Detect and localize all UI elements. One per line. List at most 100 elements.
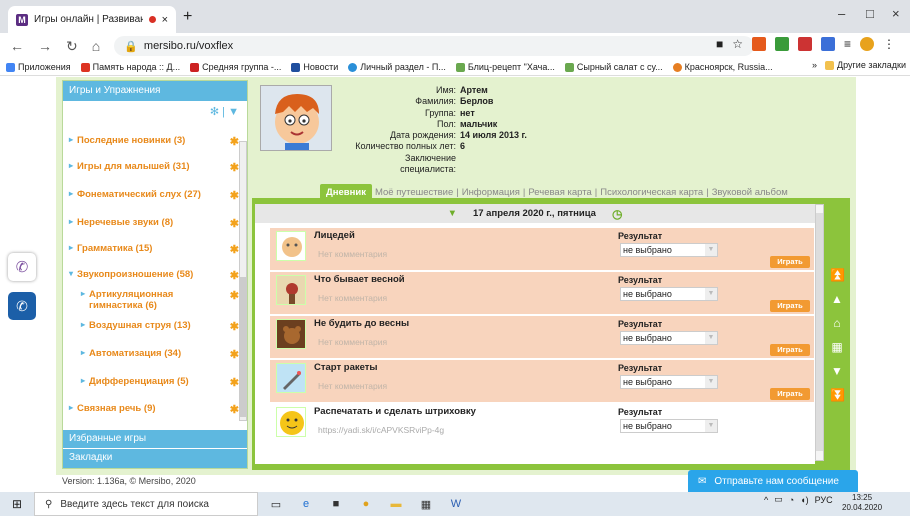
task-view-icon[interactable]: ▭	[264, 492, 288, 516]
tab-psych-card[interactable]: Психологическая карта	[600, 187, 703, 198]
play-button[interactable]: Играть	[770, 344, 810, 356]
bookmark[interactable]: Личный раздел - П...	[348, 62, 446, 72]
game-comment[interactable]: Нет комментария	[318, 293, 387, 303]
game-thumbnail[interactable]	[276, 407, 306, 437]
star-icon[interactable]: ✱	[230, 289, 239, 302]
game-comment[interactable]: Нет комментария	[318, 337, 387, 347]
game-name[interactable]: Что бывает весной	[314, 274, 405, 285]
game-name[interactable]: Старт ракеты	[314, 362, 378, 373]
scroll-top-icon[interactable]: ⏫	[830, 268, 845, 282]
sidebar-subitem[interactable]: ▸ Дифференциация (5) ✱	[81, 376, 239, 389]
sidebar-subitem[interactable]: ▸ Артикуляционная гимнастика (6) ✱	[81, 289, 239, 311]
sidebar-scrollbar[interactable]	[239, 141, 247, 421]
star-icon[interactable]: ✱	[230, 189, 239, 202]
result-select[interactable]: не выбрано ▼	[620, 419, 718, 433]
forward-icon[interactable]: →	[38, 38, 52, 54]
tab-speech-card[interactable]: Речевая карта	[528, 187, 591, 198]
sidebar-item-expanded[interactable]: ▾ Звукопроизношение (58) ✱	[69, 269, 239, 282]
play-button[interactable]: Играть	[770, 300, 810, 312]
bookmark[interactable]: Память народа :: Д...	[80, 62, 180, 72]
reading-list-icon[interactable]: ≡	[844, 37, 851, 51]
game-thumbnail[interactable]	[276, 275, 306, 305]
file-explorer-icon[interactable]: ▬	[384, 492, 408, 516]
sidebar-item[interactable]: ▸ Связная речь (9) ✱	[69, 403, 239, 416]
viber-icon[interactable]: ✆	[8, 253, 36, 281]
star-icon[interactable]: ✱	[230, 135, 239, 148]
result-select[interactable]: не выбрано ▼	[620, 243, 718, 257]
result-select[interactable]: не выбрано ▼	[620, 287, 718, 301]
windows-start-icon[interactable]: ⊞	[0, 492, 34, 516]
result-select[interactable]: не выбрано ▼	[620, 375, 718, 389]
maximize-button[interactable]: □	[866, 6, 874, 21]
scroll-up-icon[interactable]: ▲	[830, 292, 844, 306]
scroll-bottom-icon[interactable]: ⏬	[830, 388, 845, 402]
battery-icon[interactable]: ▭	[774, 494, 783, 505]
scrollbar-thumb[interactable]	[240, 277, 246, 417]
result-select[interactable]: не выбрано ▼	[620, 331, 718, 345]
sidebar-item[interactable]: ▸ Последние новинки (3) ✱	[69, 135, 239, 148]
star-icon[interactable]: ✱	[230, 269, 239, 282]
date-dropdown-icon[interactable]: ▼	[448, 208, 457, 219]
star-icon[interactable]: ✱	[230, 403, 239, 416]
extension-icon[interactable]	[798, 37, 813, 51]
game-comment[interactable]: Нет комментария	[318, 381, 387, 391]
bookmark-apps[interactable]: Приложения	[6, 62, 71, 72]
tray-expand-icon[interactable]: ^	[764, 495, 768, 505]
settings-icon[interactable]: ✻	[210, 106, 219, 118]
reload-icon[interactable]: ↻	[66, 38, 78, 55]
scroll-down-icon[interactable]: ▼	[830, 364, 844, 378]
star-icon[interactable]: ✱	[230, 376, 239, 389]
game-name[interactable]: Не будить до весны	[314, 318, 409, 329]
minimize-button[interactable]: –	[838, 6, 845, 21]
sidebar-item[interactable]: ▸ Игры для малышей (31) ✱	[69, 161, 239, 174]
extension-icon[interactable]	[821, 37, 836, 51]
play-button[interactable]: Играть	[770, 256, 810, 268]
url-field[interactable]: 🔒 mersibo.ru/voxflex	[114, 36, 755, 56]
tab-close-button[interactable]: ×	[162, 14, 168, 26]
home-icon[interactable]: ⌂	[830, 316, 844, 330]
game-thumbnail[interactable]	[276, 363, 306, 393]
chat-widget[interactable]: ✉ Отправьте нам сообщение	[688, 470, 858, 492]
browser-tab[interactable]: M Игры онлайн | Развивающ... ×	[8, 6, 176, 33]
filter-icon[interactable]: ▼	[228, 106, 239, 118]
calendar-icon[interactable]: ▦	[830, 340, 844, 354]
game-name[interactable]: Распечатать и сделать штриховку	[314, 406, 476, 417]
bookmarks-more-button[interactable]: »	[812, 60, 817, 70]
taskbar-clock[interactable]: 13:25 20.04.2020	[842, 493, 882, 513]
star-icon[interactable]: ✱	[230, 348, 239, 361]
camera-icon[interactable]: ■	[716, 37, 723, 51]
clock-icon[interactable]: ◷	[612, 207, 622, 221]
tab-journey[interactable]: Моё путешествие	[375, 187, 453, 198]
game-comment[interactable]: Нет комментария	[318, 249, 387, 259]
volume-icon[interactable]: ◖)	[800, 495, 808, 505]
play-button[interactable]: Играть	[770, 388, 810, 400]
tab-sound-album[interactable]: Звуковой альбом	[712, 187, 788, 198]
menu-icon[interactable]: ⋮	[883, 37, 895, 51]
star-icon[interactable]: ✱	[230, 161, 239, 174]
extension-icon[interactable]	[775, 37, 790, 51]
word-icon[interactable]: W	[444, 492, 468, 516]
new-tab-button[interactable]: +	[183, 8, 192, 26]
sidebar-item[interactable]: ▸ Неречевые звуки (8) ✱	[69, 217, 239, 230]
tab-info[interactable]: Информация	[462, 187, 520, 198]
game-thumbnail[interactable]	[276, 231, 306, 261]
store-icon[interactable]: ■	[324, 492, 348, 516]
chrome-icon[interactable]: ●	[354, 492, 378, 516]
bookmark[interactable]: Красноярск, Russia...	[672, 62, 773, 72]
sidebar-subitem[interactable]: ▸ Воздушная струя (13) ✱	[81, 320, 239, 333]
sidebar-item[interactable]: ▸ Фонематический слух (27) ✱	[69, 189, 239, 202]
extension-icon[interactable]	[752, 37, 767, 51]
star-icon[interactable]: ✱	[230, 320, 239, 333]
diary-scrollbar-thumb[interactable]	[816, 213, 823, 451]
sidebar-item[interactable]: ▸ Грамматика (15) ✱	[69, 243, 239, 256]
game-name[interactable]: Лицедей	[314, 230, 355, 241]
star-bookmark-icon[interactable]: ☆	[732, 37, 743, 51]
game-link[interactable]: https://yadi.sk/i/cAPVKSRviPp-4g	[318, 425, 444, 435]
network-icon[interactable]: ◔	[789, 495, 794, 505]
game-thumbnail[interactable]	[276, 319, 306, 349]
language-indicator[interactable]: РУС	[815, 495, 833, 505]
home-icon[interactable]: ⌂	[92, 38, 100, 54]
edge-icon[interactable]: e	[294, 492, 318, 516]
star-icon[interactable]: ✱	[230, 243, 239, 256]
calculator-icon[interactable]: ▦	[414, 492, 438, 516]
